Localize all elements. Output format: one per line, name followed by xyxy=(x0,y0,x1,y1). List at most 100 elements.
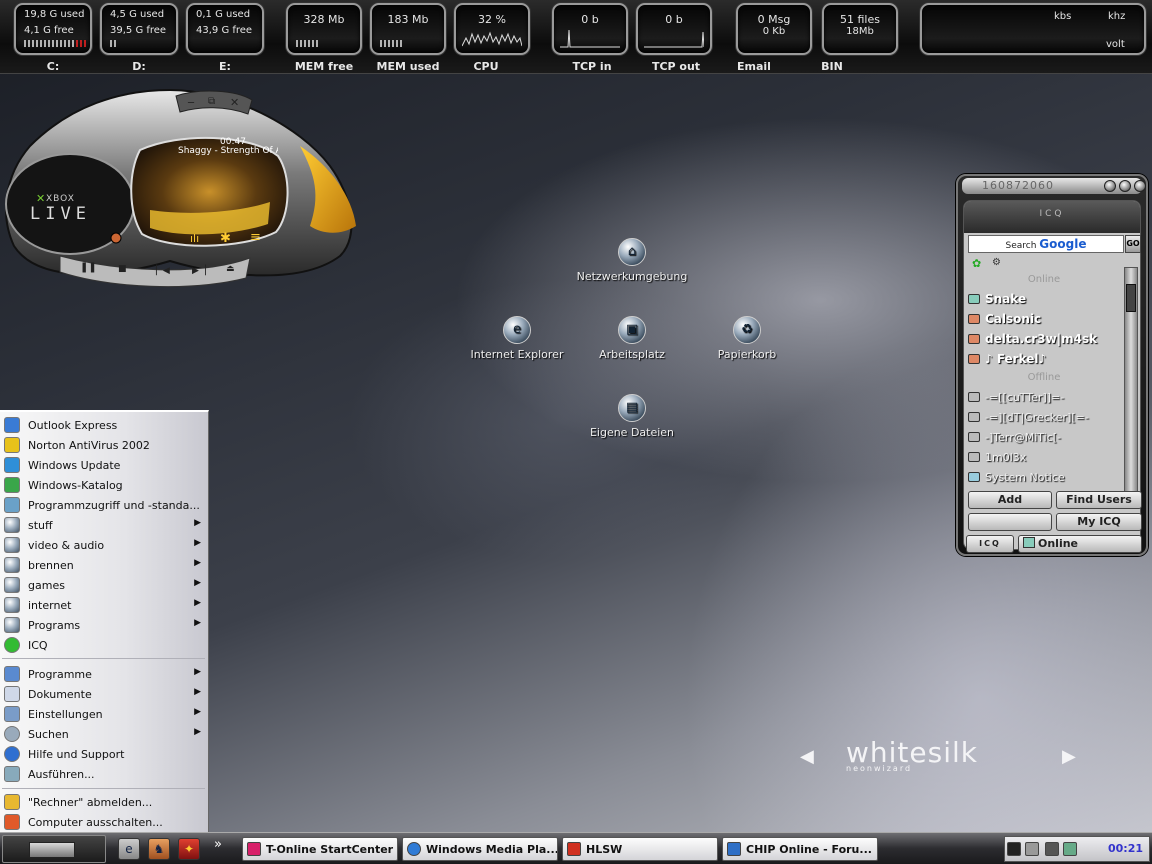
email-meter[interactable]: 0 Msg 0 Kb xyxy=(736,3,812,55)
icq-close-icon[interactable] xyxy=(1134,180,1146,192)
add-contact-button[interactable]: Add xyxy=(968,491,1052,509)
contact-offline[interactable]: -]Terr@MiTic[- xyxy=(964,427,1124,447)
menu-item-icq[interactable]: ICQ xyxy=(0,635,209,655)
icq-window[interactable]: 160872060 ICQ Search Google GO ✿ ⚙ Onlin… xyxy=(956,174,1148,556)
system-notice-icon xyxy=(968,472,980,482)
tray-app-icon[interactable] xyxy=(1007,842,1021,856)
menu-item-windows-update[interactable]: Windows Update xyxy=(0,455,209,475)
desktop-icon-recycle-bin[interactable]: ♻ Papierkorb xyxy=(682,316,812,361)
drive-c-meter[interactable]: 19,8 G used 4,1 G free xyxy=(14,3,92,55)
desktop-icon-my-computer[interactable]: ▣ Arbeitsplatz xyxy=(567,316,697,361)
system-tray: 00:21 xyxy=(1004,836,1150,862)
menu-item-stuff[interactable]: stuff ▶ xyxy=(0,515,209,535)
system-info-meter[interactable]: kbs khz volt xyxy=(920,3,1146,55)
tray-monitor-icon[interactable] xyxy=(1063,842,1077,856)
contact-online[interactable]: Snake xyxy=(964,289,1124,309)
icq-titlebar[interactable]: 160872060 xyxy=(962,178,1146,194)
search-go-button[interactable]: GO xyxy=(1125,235,1141,253)
quicklaunch-hlsw-icon[interactable]: ✦ xyxy=(178,838,200,860)
drive-d-free: 39,5 G free xyxy=(110,25,167,36)
taskbar-button-chip-online[interactable]: CHIP Online - Foru... xyxy=(722,837,878,861)
google-search-field[interactable]: Search Google xyxy=(968,235,1124,253)
drive-e-meter[interactable]: 0,1 G used 43,9 G free xyxy=(186,3,264,55)
find-users-button[interactable]: Find Users xyxy=(1056,491,1142,509)
taskbar-button-tonline[interactable]: T-Online StartCenter xyxy=(242,837,398,861)
desktop-icon-my-documents[interactable]: ▤ Eigene Dateien xyxy=(567,394,697,439)
tcp-out-meter[interactable]: 0 b xyxy=(636,3,712,55)
menu-item-label: Dokumente xyxy=(28,687,92,701)
menu-item-brennen[interactable]: brennen ▶ xyxy=(0,555,209,575)
cpu-meter[interactable]: 32 % xyxy=(454,3,530,55)
menu-item-shutdown[interactable]: Computer ausschalten... xyxy=(0,812,209,832)
bin-meter[interactable]: 51 files 18Mb xyxy=(822,3,898,55)
flower-icon[interactable]: ✿ xyxy=(972,257,981,270)
tray-expand-icon[interactable] xyxy=(1025,842,1039,856)
mem-free-meter[interactable]: 328 Mb xyxy=(286,3,362,55)
taskbar-button-hlsw[interactable]: HLSW xyxy=(562,837,718,861)
menu-item-norton[interactable]: Norton AntiVirus 2002 xyxy=(0,435,209,455)
scrollbar-thumb[interactable] xyxy=(1126,284,1136,312)
menu-item-hilfe[interactable]: Hilfe und Support xyxy=(0,744,209,764)
taskbar-button-media-player[interactable]: Windows Media Pla... xyxy=(402,837,558,861)
menu-item-logoff[interactable]: "Rechner" abmelden... xyxy=(0,792,209,812)
quicklaunch-ie-icon[interactable]: e xyxy=(118,838,140,860)
menu-item-einstellungen[interactable]: Einstellungen ▶ xyxy=(0,704,209,724)
menu-item-suchen[interactable]: Suchen ▶ xyxy=(0,724,209,744)
status-button[interactable]: Online xyxy=(1018,535,1142,553)
tray-network-icon[interactable] xyxy=(1045,842,1059,856)
menu-item-programs[interactable]: Programs ▶ xyxy=(0,615,209,635)
menu-item-label: Norton AntiVirus 2002 xyxy=(28,438,150,452)
icq-main-button[interactable]: ICQ xyxy=(966,535,1014,553)
menu-item-internet[interactable]: internet ▶ xyxy=(0,595,209,615)
menu-item-programme[interactable]: Programme ▶ xyxy=(0,664,209,684)
start-button[interactable] xyxy=(2,835,106,863)
eject-icon[interactable]: ⏏ xyxy=(226,264,235,274)
player-minimize-icon[interactable]: ─ xyxy=(188,98,194,109)
icq-minimize-icon[interactable] xyxy=(1104,180,1116,192)
contact-offline[interactable]: -=[[cuTTer]]=- xyxy=(964,387,1124,407)
icq-shade-icon[interactable] xyxy=(1119,180,1131,192)
settings-icon[interactable]: ⚙ xyxy=(992,257,1001,268)
menu-item-windows-catalog[interactable]: Windows-Katalog xyxy=(0,475,209,495)
quicklaunch-app-icon[interactable]: ♞ xyxy=(148,838,170,860)
blank-button[interactable] xyxy=(968,513,1052,531)
visualizer-icon[interactable]: ✱ xyxy=(220,231,231,246)
stop-icon[interactable]: ■ xyxy=(118,264,127,274)
menu-item-ausfuehren[interactable]: Ausführen... xyxy=(0,764,209,784)
system-notice-item[interactable]: System Notice xyxy=(964,467,1124,487)
pause-icon[interactable]: ❚❚ xyxy=(80,262,97,273)
previous-icon[interactable]: ▏◀ xyxy=(156,266,170,276)
menu-item-dokumente[interactable]: Dokumente ▶ xyxy=(0,684,209,704)
menu-item-games[interactable]: games ▶ xyxy=(0,575,209,595)
player-restore-icon[interactable]: ⧉ xyxy=(208,96,215,107)
menu-item-program-access[interactable]: Programmzugriff und -standa... xyxy=(0,495,209,515)
desktop-icon-label: Papierkorb xyxy=(717,348,777,361)
desktop-icon-network[interactable]: ⌂ Netzwerkumgebung xyxy=(567,238,697,283)
mem-used-meter[interactable]: 183 Mb xyxy=(370,3,446,55)
desktop-icon-internet-explorer[interactable]: e Internet Explorer xyxy=(452,316,582,361)
contact-online[interactable]: ♪ Ferkel♪ xyxy=(964,349,1124,369)
contact-offline[interactable]: 1m0l3x xyxy=(964,447,1124,467)
media-player[interactable]: XBOX LIVE ✕ 00:47 Shaggy - Strength Of A… xyxy=(0,86,362,296)
contact-online[interactable]: Calsonic xyxy=(964,309,1124,329)
playlist-icon[interactable]: ≡ xyxy=(250,230,261,245)
quicklaunch-overflow-icon[interactable]: » xyxy=(214,837,222,852)
menu-item-video-audio[interactable]: video & audio ▶ xyxy=(0,535,209,555)
bin-label: BIN xyxy=(821,60,843,73)
key-icon xyxy=(4,794,20,810)
wallpaper-logo: ◀ whitesilk neonwizard ▶ xyxy=(800,736,1090,780)
contact-online[interactable]: delta.cr3w|m4sk xyxy=(964,329,1124,349)
online-status-icon xyxy=(968,354,980,364)
clock[interactable]: 00:21 xyxy=(1108,842,1143,855)
player-close-icon[interactable]: ✕ xyxy=(230,96,239,109)
online-status-icon xyxy=(968,314,980,324)
menu-item-outlook-express[interactable]: Outlook Express xyxy=(0,415,209,435)
contact-list-scrollbar[interactable] xyxy=(1124,267,1138,503)
system-notice-label: System Notice xyxy=(985,470,1065,484)
equalizer-icon[interactable]: ılı xyxy=(190,232,199,245)
drive-d-meter[interactable]: 4,5 G used 39,5 G free xyxy=(100,3,178,55)
tcp-in-meter[interactable]: 0 b xyxy=(552,3,628,55)
next-icon[interactable]: ▶▕ xyxy=(192,266,206,276)
my-icq-button[interactable]: My ICQ xyxy=(1056,513,1142,531)
contact-offline[interactable]: -=][dT|Grecker][=- xyxy=(964,407,1124,427)
